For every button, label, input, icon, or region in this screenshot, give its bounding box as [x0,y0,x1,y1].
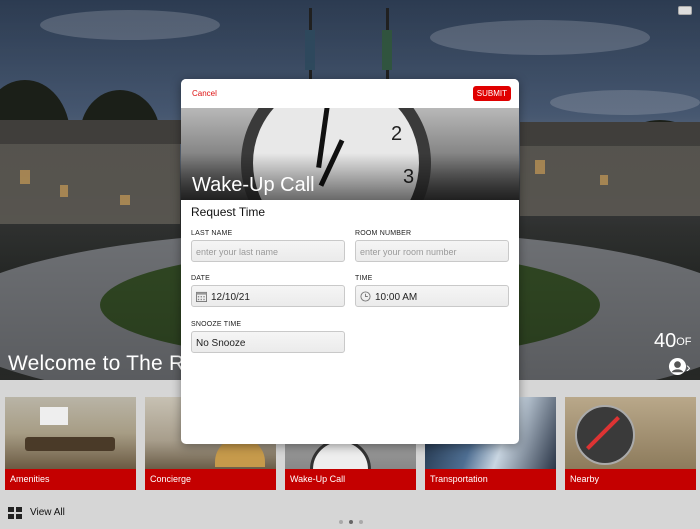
clock-icon [360,291,371,302]
temperature-readout: 40OF [654,330,692,353]
calendar-icon [196,291,207,302]
snooze-time-select[interactable]: No Snooze [191,331,345,353]
time-value: 10:00 AM [375,292,418,303]
cancel-button[interactable]: Cancel [192,89,217,98]
tile-label: Transportation [425,469,556,490]
time-label: TIME [355,275,373,282]
last-name-placeholder: enter your last name [196,247,279,257]
wake-up-call-modal: Cancel SUBMIT 2 3 Wake-Up Call Request T… [181,79,519,444]
chevron-right-icon[interactable]: › [686,359,691,375]
tile-label: Amenities [5,469,136,490]
page-dot-active[interactable] [349,520,353,524]
date-label: DATE [191,275,210,282]
time-field[interactable]: 10:00 AM [355,285,509,307]
page-dot[interactable] [359,520,363,524]
date-value: 12/10/21 [211,292,250,303]
temperature-unit: OF [676,336,692,348]
snooze-time-label: SNOOZE TIME [191,321,242,328]
temperature-value: 40 [654,330,677,352]
tile-label: Concierge [145,469,276,490]
page-dot[interactable] [339,520,343,524]
snooze-time-value: No Snooze [196,338,246,349]
last-name-field[interactable]: enter your last name [191,240,345,262]
date-field[interactable]: 12/10/21 [191,285,345,307]
tile-nearby[interactable]: Nearby [565,397,696,490]
section-title: Request Time [191,205,266,219]
tile-label: Wake-Up Call [285,469,416,490]
tile-label: Nearby [565,469,696,490]
room-number-placeholder: enter your room number [360,247,457,257]
modal-title: Wake-Up Call [192,174,315,196]
last-name-label: LAST NAME [191,230,233,237]
room-number-label: ROOM NUMBER [355,230,412,237]
page-indicator[interactable] [339,511,369,529]
user-icon[interactable] [668,357,687,376]
meeting-room-image [5,397,136,469]
compass-map-image [565,397,696,469]
grid-icon[interactable] [8,507,22,519]
submit-button[interactable]: SUBMIT [472,86,511,101]
tile-amenities[interactable]: Amenities [5,397,136,490]
modal-header: Cancel SUBMIT [181,79,519,108]
status-indicator [678,6,692,15]
welcome-text: Welcome to The R [8,352,185,375]
room-number-field[interactable]: enter your room number [355,240,509,262]
view-all-link[interactable]: View All [30,507,65,518]
